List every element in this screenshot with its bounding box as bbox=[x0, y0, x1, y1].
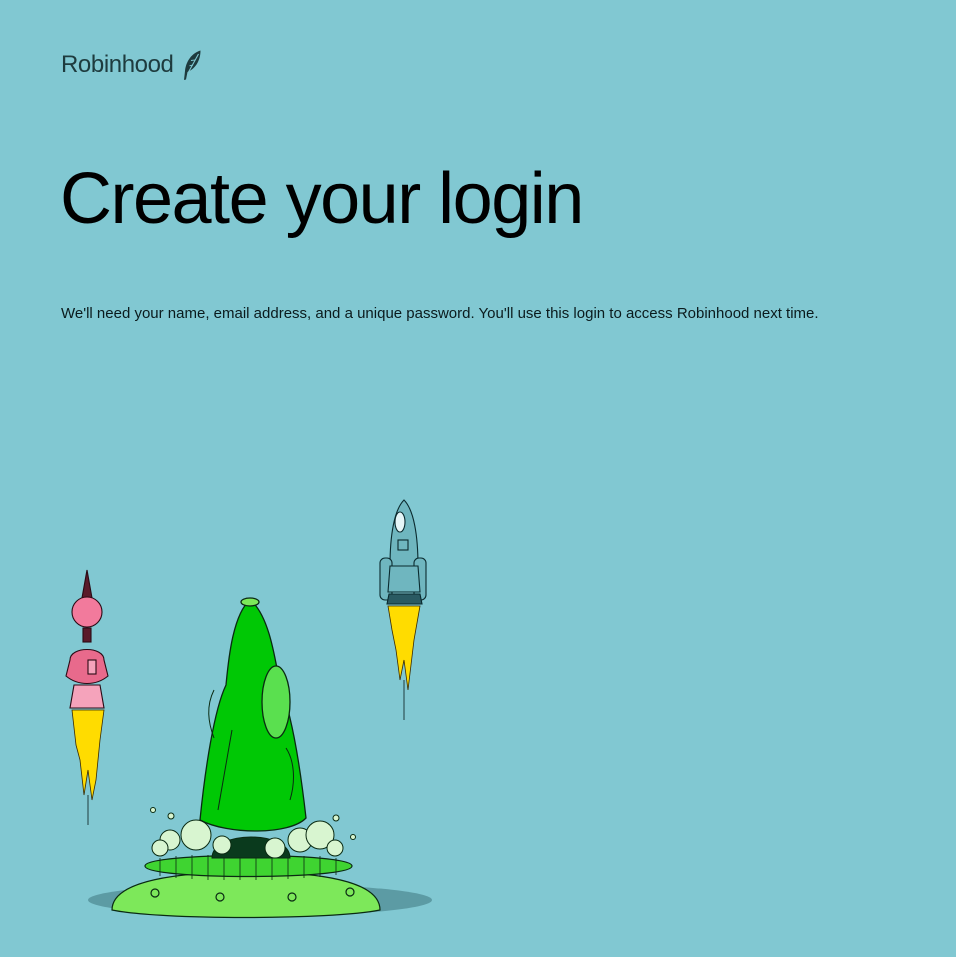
page-title: Create your login bbox=[60, 159, 584, 239]
teal-rocket-flame bbox=[387, 605, 421, 691]
page-description: We'll need your name, email address, and… bbox=[61, 305, 819, 322]
main-rocket bbox=[199, 597, 307, 832]
teal-rocket bbox=[379, 499, 427, 605]
robinhood-logo-link[interactable]: Robinhood bbox=[61, 47, 204, 83]
pink-rocket-flame bbox=[71, 709, 105, 801]
rocket-launch-illustration bbox=[65, 499, 432, 919]
launch-pad bbox=[111, 854, 381, 919]
pink-rocket bbox=[65, 569, 109, 709]
brand-name: Robinhood bbox=[61, 51, 174, 78]
feather-icon bbox=[183, 50, 200, 80]
